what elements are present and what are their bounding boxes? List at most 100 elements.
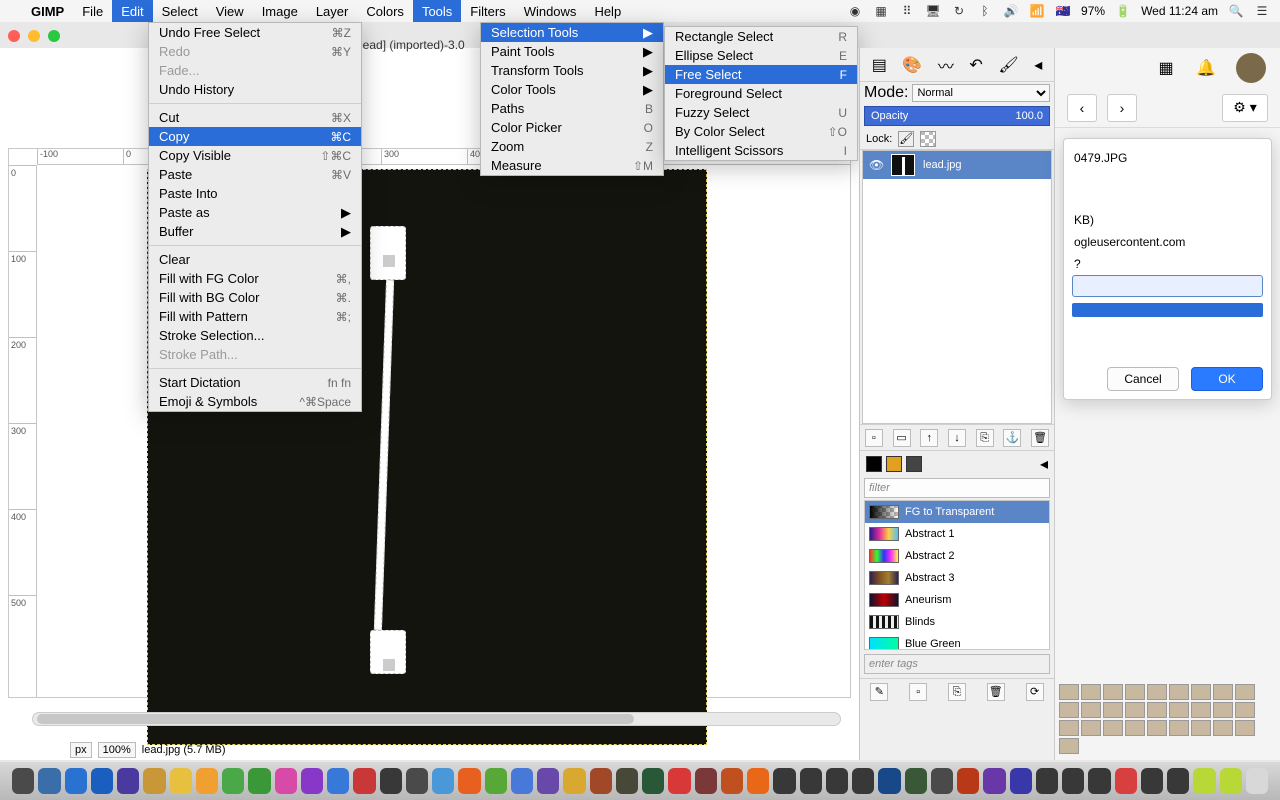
dock-app[interactable] <box>222 768 244 794</box>
duplicate-layer-button[interactable]: ⎘ <box>976 429 994 447</box>
menubar-edit[interactable]: Edit <box>112 0 152 22</box>
gradient-row[interactable]: Aneurism <box>865 589 1049 611</box>
dock-app[interactable] <box>747 768 769 794</box>
dock-app[interactable] <box>353 768 375 794</box>
photo-thumbnail[interactable] <box>1147 684 1167 700</box>
delete-layer-button[interactable]: 🗑 <box>1031 429 1049 447</box>
paths-tab-icon[interactable]: 〰 <box>938 53 954 77</box>
menu-item[interactable]: Clear <box>149 250 361 269</box>
volume-icon[interactable]: 🔊 <box>1003 4 1019 18</box>
menu-item[interactable]: Color Tools▶ <box>481 80 663 99</box>
photo-thumbnail[interactable] <box>1191 684 1211 700</box>
menu-item[interactable]: By Color Select⇧O <box>665 122 857 141</box>
opacity-slider[interactable]: Opacity 100.0 <box>864 106 1050 126</box>
bluetooth-icon[interactable]: ᛒ <box>977 4 993 18</box>
photo-thumbnail[interactable] <box>1235 702 1255 718</box>
dock-app[interactable] <box>957 768 979 794</box>
menu-item[interactable]: Emoji & Symbols^⌘Space <box>149 392 361 411</box>
user-avatar[interactable] <box>1236 53 1266 83</box>
lock-alpha-toggle[interactable] <box>920 131 936 147</box>
new-gradient-button[interactable]: ▫ <box>909 683 927 701</box>
scrollbar-thumb[interactable] <box>37 714 634 724</box>
photo-thumbnail[interactable] <box>1235 684 1255 700</box>
photo-thumbnail[interactable] <box>1169 720 1189 736</box>
menu-item[interactable]: Color PickerO <box>481 118 663 137</box>
gradient-row[interactable]: Blinds <box>865 611 1049 633</box>
anchor-layer-button[interactable]: ⚓ <box>1003 429 1021 447</box>
dock-app[interactable] <box>773 768 795 794</box>
menu-item[interactable]: Fade... <box>149 61 361 80</box>
menu-item[interactable]: Foreground Select <box>665 84 857 103</box>
photo-thumbnail[interactable] <box>1059 702 1079 718</box>
menubar-colors[interactable]: Colors <box>357 0 413 22</box>
menu-item[interactable]: Redo⌘Y <box>149 42 361 61</box>
dock-app[interactable] <box>826 768 848 794</box>
dock-app[interactable] <box>642 768 664 794</box>
window-minimize[interactable] <box>28 30 40 42</box>
unit-selector[interactable]: px <box>70 742 92 758</box>
dock-app[interactable] <box>170 768 192 794</box>
layer-row[interactable]: 👁 lead.jpg <box>863 151 1051 179</box>
dock-app[interactable] <box>511 768 533 794</box>
raise-layer-button[interactable]: ↑ <box>920 429 938 447</box>
dock-app[interactable] <box>1246 768 1268 794</box>
thumbnail-strip[interactable] <box>1059 684 1276 756</box>
undo-tab-icon[interactable]: ↶ <box>969 55 982 75</box>
status-icon[interactable]: ◉ <box>847 4 863 18</box>
photo-thumbnail[interactable] <box>1213 702 1233 718</box>
apps-grid-icon[interactable]: ▦ <box>1156 58 1176 78</box>
layer-group-button[interactable]: ▭ <box>893 429 911 447</box>
menu-item[interactable]: Copy Visible⇧⌘C <box>149 146 361 165</box>
status-icon[interactable]: ⠿ <box>899 4 915 18</box>
channels-tab-icon[interactable]: 🎨 <box>902 55 922 75</box>
dock-app[interactable] <box>1115 768 1137 794</box>
menubar-view[interactable]: View <box>207 0 253 22</box>
dock-app[interactable] <box>1220 768 1242 794</box>
menu-item[interactable]: Rectangle SelectR <box>665 27 857 46</box>
menubar-file[interactable]: File <box>73 0 112 22</box>
menu-item[interactable]: Copy⌘C <box>149 127 361 146</box>
dock-app[interactable] <box>1167 768 1189 794</box>
battery-percent[interactable]: 97% <box>1081 4 1105 18</box>
menu-item[interactable]: Transform Tools▶ <box>481 61 663 80</box>
layers-list[interactable]: 👁 lead.jpg <box>862 150 1052 424</box>
dock-app[interactable] <box>668 768 690 794</box>
lock-pixels-toggle[interactable]: 🖌 <box>898 131 914 147</box>
dock-app[interactable] <box>327 768 349 794</box>
menu-item[interactable]: Paste Into <box>149 184 361 203</box>
menubar-layer[interactable]: Layer <box>307 0 358 22</box>
swatch-menu-icon[interactable]: ◂ <box>1040 454 1048 474</box>
menu-item[interactable]: PathsB <box>481 99 663 118</box>
dock-app[interactable] <box>65 768 87 794</box>
battery-icon[interactable]: 🔋 <box>1115 4 1131 18</box>
dock-app[interactable] <box>1010 768 1032 794</box>
spotlight-icon[interactable]: 🔍 <box>1228 4 1244 18</box>
dock-app[interactable] <box>248 768 270 794</box>
dock-app[interactable] <box>143 768 165 794</box>
photo-thumbnail[interactable] <box>1059 720 1079 736</box>
dock-app[interactable] <box>695 768 717 794</box>
dock-app[interactable] <box>537 768 559 794</box>
photo-thumbnail[interactable] <box>1103 720 1123 736</box>
photo-thumbnail[interactable] <box>1125 720 1145 736</box>
dock-app[interactable] <box>721 768 743 794</box>
photo-thumbnail[interactable] <box>1169 702 1189 718</box>
new-layer-button[interactable]: ▫ <box>865 429 883 447</box>
dock-app[interactable] <box>1088 768 1110 794</box>
menubar-help[interactable]: Help <box>585 0 630 22</box>
menu-item[interactable]: Buffer▶ <box>149 222 361 241</box>
menu-item[interactable]: Selection Tools▶ <box>481 23 663 42</box>
photo-thumbnail[interactable] <box>1059 684 1079 700</box>
gradient-tags-input[interactable]: enter tags <box>864 654 1050 674</box>
dock-app[interactable] <box>616 768 638 794</box>
menu-item[interactable]: Paint Tools▶ <box>481 42 663 61</box>
gradient-row[interactable]: Abstract 1 <box>865 523 1049 545</box>
menubar-tools[interactable]: Tools <box>413 0 461 22</box>
dock-app[interactable] <box>117 768 139 794</box>
dock-app[interactable] <box>12 768 34 794</box>
gradient-filter-input[interactable]: filter <box>864 478 1050 498</box>
gradient-row[interactable]: Blue Green <box>865 633 1049 650</box>
gradient-row[interactable]: Abstract 3 <box>865 567 1049 589</box>
zoom-level[interactable]: 100% <box>98 742 136 758</box>
menu-item[interactable]: Undo Free Select⌘Z <box>149 23 361 42</box>
